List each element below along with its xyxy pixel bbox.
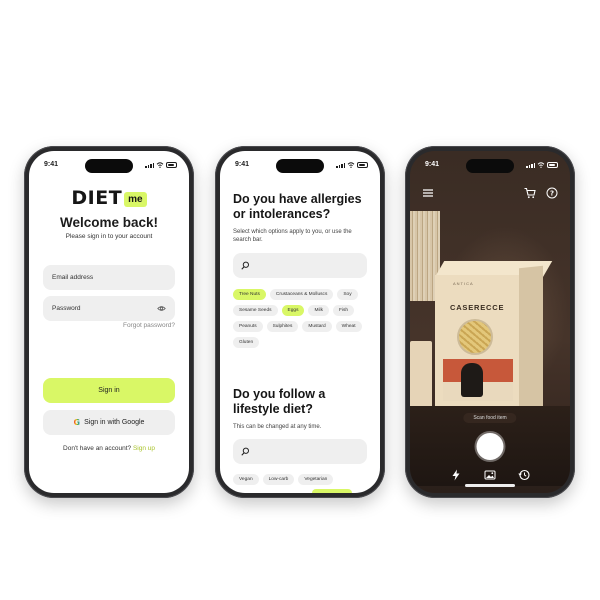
- diet-heading: Do you follow a lifestyle diet?: [233, 387, 370, 417]
- diet-search-input[interactable]: [233, 439, 367, 464]
- wifi-icon: [347, 162, 355, 168]
- allergies-subtitle: Select which options apply to you, or us…: [233, 229, 352, 243]
- sign-in-button[interactable]: Sign in: [43, 378, 175, 403]
- search-icon: [241, 447, 249, 456]
- diet-chip[interactable]: Low-carb: [262, 474, 295, 485]
- diet-heading-line1: Do you follow a: [233, 387, 326, 401]
- login-screen: 9:41 DIET me Welcome back! Please sign i…: [29, 151, 189, 493]
- status-bar: 9:41: [29, 161, 189, 171]
- signal-icon: [336, 163, 345, 168]
- svg-text:?: ?: [550, 189, 554, 197]
- google-icon: G: [73, 418, 81, 427]
- page-subtitle: Please sign in to your account: [65, 233, 153, 240]
- flash-icon[interactable]: [450, 469, 462, 481]
- diet-chip-list: Vegan Low-carb Vegetarian: [233, 474, 370, 485]
- diet-chip-selected-partial[interactable]: [312, 489, 352, 493]
- scan-hint: Scan food item: [463, 413, 517, 423]
- allergy-chip[interactable]: Soy: [337, 289, 358, 300]
- diet-chip[interactable]: Vegan: [233, 474, 259, 485]
- allergy-chip[interactable]: Eggs: [281, 305, 305, 316]
- sign-up-link[interactable]: Sign up: [133, 445, 155, 452]
- allergies-heading-line1: Do you have allergies: [233, 192, 362, 206]
- status-bar: 9:41: [220, 161, 380, 171]
- google-sign-in-label: Sign in with Google: [84, 419, 145, 426]
- logo-word: DIET: [71, 187, 123, 209]
- allergy-chip[interactable]: Sesame Seeds: [233, 305, 278, 316]
- allergies-heading: Do you have allergies or intolerances?: [233, 192, 370, 222]
- status-time: 9:41: [44, 161, 59, 168]
- signup-prompt: Don't have an account? Sign up: [29, 445, 189, 452]
- allergy-chip[interactable]: Milk: [308, 305, 329, 316]
- help-icon[interactable]: ?: [546, 187, 558, 199]
- signal-icon: [145, 163, 154, 168]
- box-product-name: CASERECCE: [450, 303, 505, 312]
- eye-icon[interactable]: [157, 304, 166, 313]
- status-icons: [336, 162, 368, 168]
- allergy-chip[interactable]: Peanuts: [233, 321, 263, 332]
- box-brand: ANTICA: [453, 281, 474, 286]
- allergies-screen: 9:41 Do you have allergies or intoleranc…: [220, 151, 380, 493]
- diet-heading-line2: lifestyle diet?: [233, 402, 313, 416]
- home-indicator: [465, 484, 515, 487]
- app-logo: DIET me: [29, 187, 189, 209]
- status-bar: 9:41: [410, 161, 570, 171]
- email-placeholder: Email address: [52, 274, 94, 281]
- phone-scanner: ANTICA CASERECCE 9:41 ? Scan food item: [405, 146, 575, 498]
- menu-icon[interactable]: [422, 187, 434, 199]
- allergy-chip[interactable]: Gluten: [233, 337, 260, 348]
- wifi-icon: [156, 162, 164, 168]
- google-sign-in-button[interactable]: G Sign in with Google: [43, 410, 175, 435]
- allergy-chip[interactable]: Wheat: [335, 321, 362, 332]
- capture-button[interactable]: [476, 433, 504, 460]
- allergies-heading-line2: or intolerances?: [233, 207, 331, 221]
- diet-subtitle: This can be changed at any time.: [233, 424, 322, 430]
- status-time: 9:41: [425, 161, 440, 168]
- status-icons: [145, 162, 177, 168]
- sign-in-label: Sign in: [98, 387, 120, 394]
- allergy-chip-list: Tree Nuts Crustaceans & Molluscs Soy Sesame…: [233, 289, 370, 348]
- no-account-text: Don't have an account?: [63, 445, 132, 452]
- email-field[interactable]: Email address: [43, 265, 175, 290]
- status-icons: [526, 162, 558, 168]
- diet-chip[interactable]: Vegetarian: [298, 474, 334, 485]
- battery-icon: [357, 162, 368, 168]
- allergy-chip[interactable]: Fish: [333, 305, 355, 316]
- allergy-search-input[interactable]: [233, 253, 367, 278]
- search-icon: [241, 261, 249, 270]
- status-time: 9:41: [235, 161, 250, 168]
- camera-feed-left-box: [410, 341, 432, 411]
- forgot-password-link[interactable]: Forgot password?: [123, 322, 175, 329]
- phone-allergies: 9:41 Do you have allergies or intoleranc…: [215, 146, 385, 498]
- allergy-chip[interactable]: Tree Nuts: [233, 289, 266, 300]
- allergy-chip[interactable]: Sulphites: [266, 321, 299, 332]
- allergy-chip[interactable]: Mustard: [302, 321, 332, 332]
- history-icon[interactable]: [518, 469, 530, 481]
- wifi-icon: [537, 162, 545, 168]
- gallery-icon[interactable]: [484, 469, 496, 481]
- phone-login: 9:41 DIET me Welcome back! Please sign i…: [24, 146, 194, 498]
- page-title: Welcome back!: [59, 215, 159, 230]
- logo-badge: me: [124, 191, 147, 207]
- camera-feed-pasta-box: ANTICA CASERECCE: [435, 261, 553, 421]
- signal-icon: [526, 163, 535, 168]
- allergy-chip[interactable]: Crustaceans & Molluscs: [269, 289, 334, 300]
- battery-icon: [547, 162, 558, 168]
- password-placeholder: Password: [52, 305, 81, 312]
- cart-icon[interactable]: [524, 187, 536, 199]
- password-field[interactable]: Password: [43, 296, 175, 321]
- scanner-screen: ANTICA CASERECCE 9:41 ? Scan food item: [410, 151, 570, 493]
- battery-icon: [166, 162, 177, 168]
